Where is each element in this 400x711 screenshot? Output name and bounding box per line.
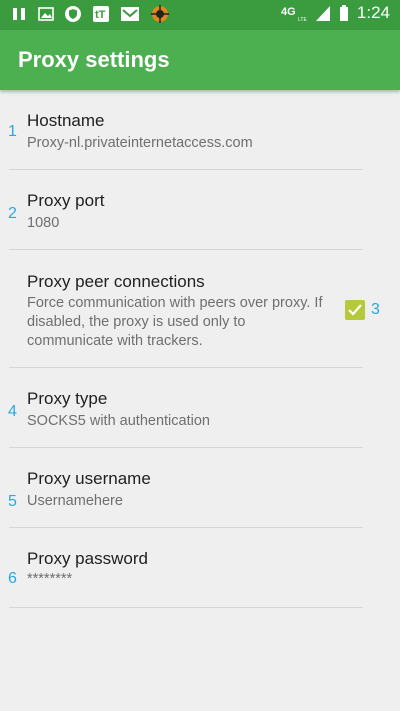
signal-icon: [315, 4, 331, 22]
app-bar: Proxy settings: [0, 30, 400, 90]
setting-summary: Usernamehere: [27, 493, 123, 509]
setting-title: Proxy username: [27, 469, 151, 488]
network-icon: 4G LTE: [281, 3, 307, 23]
status-time: 1:24: [356, 3, 390, 22]
setting-proxy-type[interactable]: 4 Proxy type SOCKS5 with authentication: [0, 368, 400, 448]
setting-proxy-password[interactable]: 6 Proxy password ********: [0, 528, 400, 608]
annotation-number: 3: [371, 301, 380, 318]
setting-summary: Force communication with peers over prox…: [27, 295, 323, 349]
tt-icon: tT: [92, 5, 110, 23]
pause-icon: [12, 6, 28, 22]
setting-summary: 1080: [27, 215, 60, 231]
setting-hostname[interactable]: 1 Hostname Proxy-nl.privateinternetacces…: [0, 90, 400, 170]
setting-proxy-username[interactable]: 5 Proxy username Usernamehere: [0, 448, 400, 528]
shield-icon: [64, 5, 82, 23]
setting-title: Hostname: [27, 111, 105, 130]
svg-text:LTE: LTE: [298, 17, 307, 23]
image-icon: [38, 6, 54, 22]
divider: [9, 607, 363, 608]
check-icon: [348, 304, 362, 316]
annotation-number: 1: [8, 123, 17, 140]
mail-icon: [120, 5, 140, 23]
svg-text:tT: tT: [95, 9, 106, 21]
setting-title: Proxy port: [27, 191, 105, 210]
setting-title: Proxy peer connections: [27, 272, 205, 291]
setting-title: Proxy type: [27, 389, 108, 408]
setting-proxy-peer-connections[interactable]: Proxy peer connections Force communicati…: [0, 250, 400, 368]
annotation-number: 2: [8, 205, 17, 222]
crosshair-icon: [150, 4, 170, 24]
svg-text:4G: 4G: [281, 6, 296, 18]
setting-summary: SOCKS5 with authentication: [27, 413, 210, 429]
settings-list: 1 Hostname Proxy-nl.privateinternetacces…: [0, 90, 400, 608]
setting-proxy-port[interactable]: 2 Proxy port 1080: [0, 170, 400, 250]
setting-summary: ********: [27, 571, 73, 587]
setting-summary: Proxy-nl.privateinternetaccess.com: [27, 135, 253, 151]
annotation-number: 4: [8, 403, 17, 420]
peer-connections-checkbox[interactable]: [345, 300, 365, 320]
annotation-number: 5: [8, 493, 17, 510]
status-bar: tT 4G LTE 1:24: [0, 0, 400, 30]
setting-title: Proxy password: [27, 549, 148, 568]
annotation-number: 6: [8, 570, 17, 587]
battery-icon: [339, 4, 349, 22]
page-title: Proxy settings: [18, 47, 170, 72]
